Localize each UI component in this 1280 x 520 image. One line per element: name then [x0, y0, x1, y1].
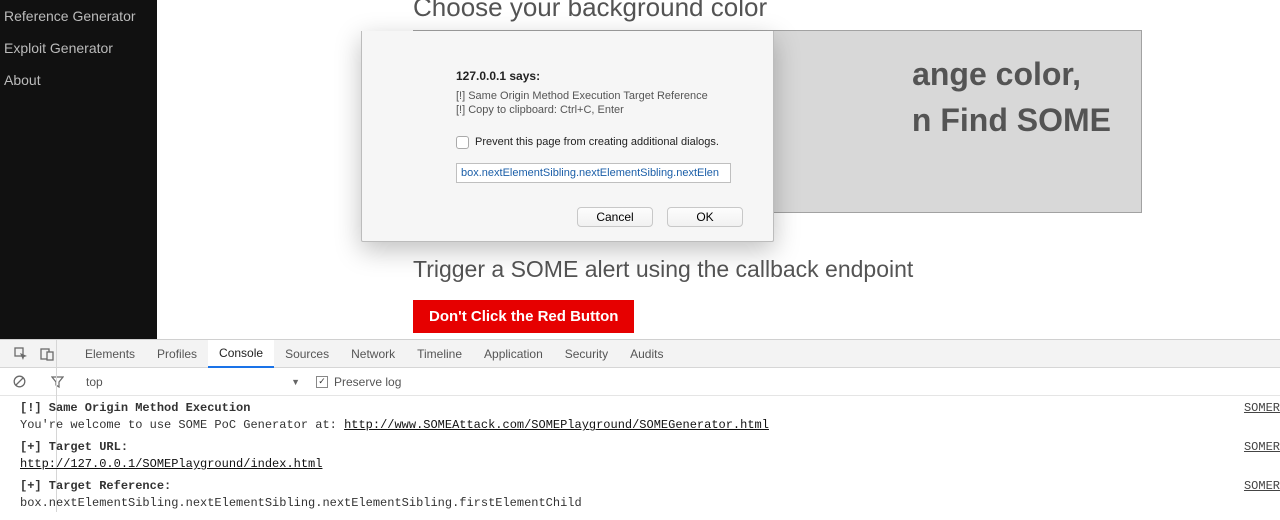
log-3-head: [+] Target Reference: — [20, 479, 171, 493]
tab-sources[interactable]: Sources — [274, 341, 340, 367]
tab-security[interactable]: Security — [554, 341, 619, 367]
preserve-log-label: Preserve log — [334, 375, 401, 389]
dialog-host-line: 127.0.0.1 says: — [456, 69, 743, 83]
tab-profiles[interactable]: Profiles — [146, 341, 208, 367]
js-prompt-dialog: 127.0.0.1 says: [!] Same Origin Method E… — [361, 31, 774, 242]
clear-console-icon[interactable] — [6, 372, 32, 392]
log-1-link[interactable]: http://www.SOMEAttack.com/SOMEPlayground… — [344, 418, 769, 432]
sidebar-item-exploit-generator[interactable]: Exploit Generator — [0, 32, 157, 64]
tab-elements[interactable]: Elements — [74, 341, 146, 367]
sidebar-item-reference-generator[interactable]: Reference Generator — [0, 0, 157, 32]
inspect-icon[interactable] — [8, 344, 34, 364]
source-link-1[interactable]: SOMER — [1244, 400, 1280, 417]
log-2-link[interactable]: http://127.0.0.1/SOMEPlayground/index.ht… — [20, 457, 322, 471]
tab-network[interactable]: Network — [340, 341, 406, 367]
prevent-dialog-checkbox[interactable] — [456, 136, 469, 149]
dialog-msg-2: [!] Copy to clipboard: Ctrl+C, Enter — [456, 103, 743, 117]
tab-audits[interactable]: Audits — [619, 341, 674, 367]
tab-console[interactable]: Console — [208, 340, 274, 368]
sidebar-item-about[interactable]: About — [0, 64, 157, 96]
prevent-dialog-label: Prevent this page from creating addition… — [475, 136, 719, 148]
sidebar: Reference Generator Exploit Generator Ab… — [0, 0, 157, 339]
tab-application[interactable]: Application — [473, 341, 554, 367]
cancel-button[interactable]: Cancel — [577, 207, 653, 227]
chevron-down-icon: ▼ — [291, 377, 300, 387]
source-link-3[interactable]: SOMER — [1244, 478, 1280, 495]
tab-timeline[interactable]: Timeline — [406, 341, 473, 367]
filter-icon[interactable] — [44, 372, 70, 392]
log-2-head: [+] Target URL: — [20, 440, 128, 454]
log-3-text: box.nextElementSibling.nextElementSiblin… — [20, 496, 582, 510]
console-output: SOMER [!] Same Origin Method Execution Y… — [0, 396, 1280, 520]
context-value: top — [86, 375, 103, 389]
log-1-head: [!] Same Origin Method Execution — [20, 401, 250, 415]
log-1-text: You're welcome to use SOME PoC Generator… — [20, 418, 344, 432]
dialog-input[interactable] — [456, 163, 731, 183]
red-button[interactable]: Don't Click the Red Button — [413, 300, 634, 333]
context-selector[interactable]: top ▼ — [82, 375, 304, 389]
devtools-panel: Elements Profiles Console Sources Networ… — [0, 339, 1280, 512]
source-link-2[interactable]: SOMER — [1244, 439, 1280, 456]
dialog-msg-1: [!] Same Origin Method Execution Target … — [456, 89, 743, 103]
console-toolbar: top ▼ ✓ Preserve log — [0, 368, 1280, 396]
trigger-text: Trigger a SOME alert using the callback … — [413, 256, 913, 283]
devtools-tabbar: Elements Profiles Console Sources Networ… — [0, 340, 1280, 368]
preserve-log-checkbox[interactable]: ✓ — [316, 376, 328, 388]
ok-button[interactable]: OK — [667, 207, 743, 227]
heading-choose-color: Choose your background color — [413, 0, 767, 23]
